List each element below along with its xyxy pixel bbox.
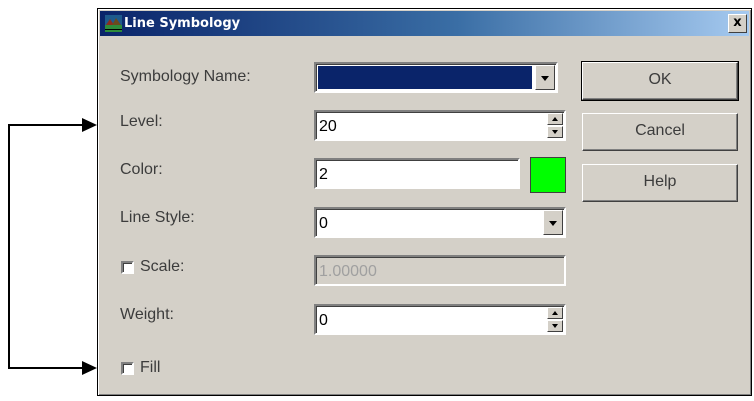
line-symbology-dialog: Line Symbology x Symbology Name: Level: … xyxy=(97,8,752,396)
weight-label: Weight: xyxy=(120,306,174,323)
scale-input: 1.00000 xyxy=(314,255,566,286)
level-increment-button[interactable] xyxy=(547,113,563,125)
ok-button[interactable]: OK xyxy=(581,61,739,101)
symbology-name-dropdown-button[interactable] xyxy=(535,65,555,90)
application-icon xyxy=(105,15,122,32)
annotation-bracket-arrows xyxy=(8,118,97,375)
level-decrement-button[interactable] xyxy=(547,126,563,138)
level-spinner[interactable]: 20 xyxy=(314,110,566,141)
screenshot-stage: Line Symbology x Symbology Name: Level: … xyxy=(0,0,754,401)
symbology-name-selection xyxy=(318,66,532,89)
color-input[interactable]: 2 xyxy=(314,158,520,189)
level-spin-buttons xyxy=(547,113,563,138)
symbology-name-dropdown[interactable] xyxy=(314,62,558,93)
line-style-dropdown[interactable]: 0 xyxy=(314,207,566,238)
weight-spin-buttons xyxy=(547,307,563,332)
arrowhead-fill xyxy=(82,361,97,375)
line-style-dropdown-button[interactable] xyxy=(543,210,563,235)
weight-value: 0 xyxy=(319,312,328,329)
close-icon: x xyxy=(733,15,742,30)
weight-decrement-button[interactable] xyxy=(547,320,563,332)
dialog-title: Line Symbology xyxy=(124,16,241,31)
color-value: 2 xyxy=(319,166,328,183)
fill-label: Fill xyxy=(140,359,161,376)
scale-label: Scale: xyxy=(140,258,185,275)
line-style-value: 0 xyxy=(319,215,328,232)
level-value: 20 xyxy=(319,118,337,135)
symbology-name-label: Symbology Name: xyxy=(120,68,251,85)
weight-increment-button[interactable] xyxy=(547,307,563,319)
title-bar[interactable]: Line Symbology x xyxy=(100,11,749,36)
color-swatch[interactable] xyxy=(530,157,566,193)
bracket-line xyxy=(8,124,90,369)
level-label: Level: xyxy=(120,113,163,130)
close-button[interactable]: x xyxy=(728,14,747,33)
fill-checkbox[interactable] xyxy=(121,362,134,375)
scale-checkbox[interactable] xyxy=(121,261,134,274)
scale-value: 1.00000 xyxy=(319,263,377,280)
arrowhead-level xyxy=(82,118,97,132)
help-button[interactable]: Help xyxy=(582,164,738,202)
cancel-button[interactable]: Cancel xyxy=(582,113,738,151)
weight-spinner[interactable]: 0 xyxy=(314,304,566,335)
color-label: Color: xyxy=(120,161,163,178)
line-style-label: Line Style: xyxy=(120,209,195,226)
